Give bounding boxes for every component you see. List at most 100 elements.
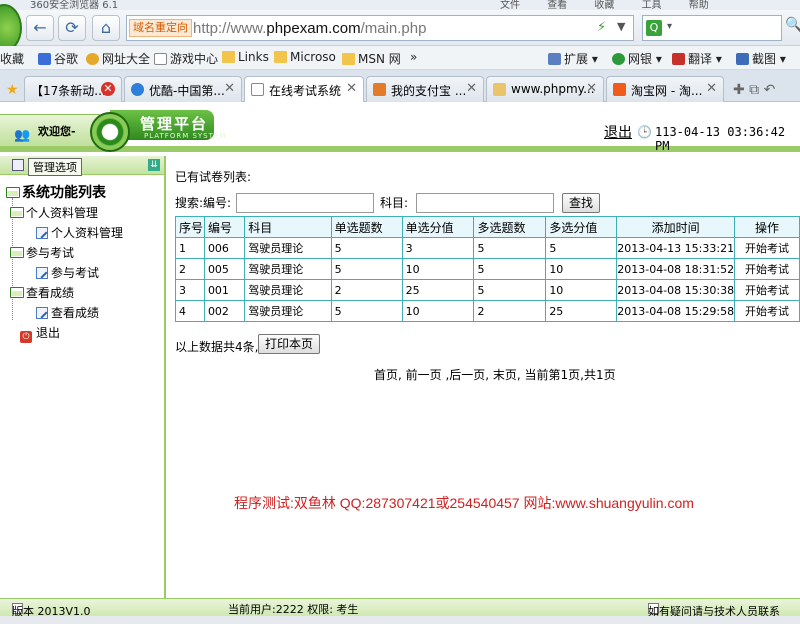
search-icon[interactable]: 🔍 <box>785 17 800 33</box>
col-header-subject: 科目 <box>244 216 332 238</box>
menu-tools[interactable]: 工具 <box>642 0 662 10</box>
start-exam-link[interactable]: 开始考试 <box>734 237 800 259</box>
table-row: 4 002 驾驶员理论 5 10 2 25 2013-04-08 15:29:58 开始考试 <box>175 300 800 322</box>
star-icon[interactable]: ★ <box>6 82 19 98</box>
new-tab-icon[interactable]: ✚ ⧉ ↶ <box>733 82 775 98</box>
address-url[interactable]: http://www.phpexam.com/main.php <box>193 20 426 37</box>
tab-alipay[interactable]: 我的支付宝 ... ✕ <box>366 76 484 102</box>
exam-paper-table: 序号 编号 科目 单选题数 单选分值 多选题数 多选分值 添加时间 操作 1 00… <box>175 216 800 322</box>
close-icon[interactable]: ✕ <box>224 81 235 96</box>
sidebar-header-label: 管理选项 <box>28 158 82 176</box>
toolbar-extensions[interactable]: 扩展 ▾ <box>548 50 598 67</box>
start-exam-link[interactable]: 开始考试 <box>734 300 800 322</box>
table-header-row: 序号 编号 科目 单选题数 单选分值 多选题数 多选分值 添加时间 操作 <box>175 216 800 238</box>
logout-link[interactable]: 退出 <box>604 122 632 142</box>
table-row: 3 001 驾驶员理论 2 25 5 10 2013-04-08 15:30:38 开始考试 <box>175 279 800 301</box>
site-icon <box>86 53 99 65</box>
bookmark-hao[interactable]: 网址大全 <box>86 50 150 67</box>
folder-open-icon <box>10 287 24 298</box>
search-engine-icon[interactable]: Q <box>646 20 662 36</box>
close-icon[interactable]: ✕ <box>706 81 717 96</box>
page-content: 👥 欢迎您- 管理平台 PLATFORM SYSTEM 退出 🕒 113-04-… <box>0 102 800 624</box>
redirect-badge[interactable]: 域名重定向 <box>129 19 192 37</box>
edit-icon <box>36 267 48 279</box>
bookmarks-overflow[interactable]: » <box>410 50 417 64</box>
status-footer: 版本 2013V1.0 当前用户:2222 权限: 考生 如有疑问请与技术人员联… <box>0 598 800 618</box>
tree-group-scores[interactable]: 查看成绩 <box>10 284 74 301</box>
menu-favorites[interactable]: 收藏 <box>594 0 614 10</box>
number-search-input[interactable] <box>236 193 374 213</box>
home-button[interactable]: ⌂ <box>92 15 120 41</box>
header-datetime: 113-04-13 03:36:42 PM <box>655 125 786 153</box>
main-panel: 已有试卷列表: 搜索:编号: 科目: 查找 序号 编号 科目 单选题数 单选分值… <box>168 156 800 600</box>
tab-exam-system[interactable]: 在线考试系统 ✕ <box>244 76 364 103</box>
bookmark-favorites[interactable]: 收藏 <box>0 50 24 67</box>
close-icon[interactable]: ✕ <box>586 81 597 96</box>
platform-subtitle: PLATFORM SYSTEM <box>144 132 227 140</box>
folder-open-icon <box>10 207 24 218</box>
tree-item-view-scores[interactable]: 查看成绩 <box>36 304 99 321</box>
tab-news[interactable]: 【17条新动... ✕ <box>24 76 122 102</box>
browser-search-input[interactable]: Q ▾ <box>642 15 782 41</box>
options-icon <box>12 159 24 171</box>
print-page-button[interactable]: 打印本页 <box>258 334 321 354</box>
browser-navbar: ← ⟳ ⌂ 域名重定向 http://www.phpexam.com/main.… <box>0 4 800 52</box>
folder-open-icon <box>6 187 20 198</box>
refresh-icon: ⟳ <box>65 18 79 37</box>
menu-file[interactable]: 文件 <box>500 0 520 10</box>
bookmark-links[interactable]: Links <box>222 50 269 64</box>
back-button[interactable]: ← <box>26 15 54 41</box>
close-icon[interactable]: ✕ <box>101 82 115 96</box>
start-exam-link[interactable]: 开始考试 <box>734 279 800 301</box>
menu-view[interactable]: 查看 <box>547 0 567 10</box>
col-header-action: 操作 <box>734 216 800 238</box>
toolbar-translate[interactable]: 翻译 ▾ <box>672 50 722 67</box>
menu-help[interactable]: 帮助 <box>689 0 709 10</box>
platform-title: 管理平台 <box>140 115 209 133</box>
pagination[interactable]: 首页, 前一页 ,后一页, 末页, 当前第1页,共1页 <box>374 366 616 383</box>
current-user-text: 当前用户:2222 权限: 考生 <box>228 603 359 616</box>
lightning-icon[interactable]: ⚡ <box>597 20 606 35</box>
tree-item-take-exam[interactable]: 参与考试 <box>36 264 99 281</box>
browser-menu-bar: 文件 查看 收藏 工具 帮助 <box>500 0 733 10</box>
folder-open-icon <box>10 247 24 258</box>
tree-root[interactable]: 系统功能列表 <box>6 182 106 202</box>
bottom-strip <box>0 616 800 624</box>
table-row: 2 005 驾驶员理论 5 10 5 10 2013-04-08 18:31:52 开始考试 <box>175 258 800 280</box>
search-engine-dropdown-icon[interactable]: ▾ <box>667 21 672 32</box>
edit-icon <box>36 307 48 319</box>
col-header-multi-score: 多选分值 <box>545 216 618 238</box>
address-bar[interactable]: 域名重定向 http://www.phpexam.com/main.php ⚡ … <box>126 15 634 41</box>
taobao-icon <box>613 83 626 96</box>
tree-item-exit[interactable]: ⏻ 退出 <box>20 324 60 343</box>
power-icon: ⏻ <box>20 331 32 343</box>
close-icon[interactable]: ✕ <box>466 81 477 96</box>
welcome-text: 欢迎您- <box>38 125 76 138</box>
tab-youku[interactable]: 优酷-中国第... ✕ <box>124 76 242 102</box>
toolbar-banking[interactable]: 网银 ▾ <box>612 50 662 67</box>
chevron-down-icon[interactable]: ▼ <box>617 20 625 33</box>
toolbar-screenshot[interactable]: 截图 ▾ <box>736 50 786 67</box>
total-count-text: 以上数据共4条, <box>175 340 259 354</box>
start-exam-link[interactable]: 开始考试 <box>734 258 800 280</box>
refresh-button[interactable]: ⟳ <box>58 15 86 41</box>
folder-icon <box>342 53 355 65</box>
bookmark-google[interactable]: 谷歌 <box>38 50 78 67</box>
bookmark-games[interactable]: 游戏中心 <box>154 50 218 67</box>
tree-group-exam[interactable]: 参与考试 <box>10 244 74 261</box>
gear-logo-icon <box>90 112 130 152</box>
subject-search-input[interactable] <box>416 193 554 213</box>
bookmark-microsoft[interactable]: Microso <box>274 50 336 64</box>
collapse-arrow-icon[interactable]: ⇊ <box>148 159 160 171</box>
folder-icon <box>274 51 287 63</box>
tab-taobao[interactable]: 淘宝网 - 淘... ✕ <box>606 76 724 102</box>
col-header-number: 编号 <box>203 216 246 238</box>
tab-phpmyadmin[interactable]: www.phpmy... ✕ <box>486 76 604 102</box>
col-header-added-time: 添加时间 <box>616 216 736 238</box>
search-button[interactable]: 查找 <box>562 193 601 213</box>
tree-item-profile-manage[interactable]: 个人资料管理 <box>36 224 123 241</box>
bookmark-msn[interactable]: MSN 网 <box>342 50 401 67</box>
close-icon[interactable]: ✕ <box>346 81 357 96</box>
tree-group-profile[interactable]: 个人资料管理 <box>10 204 98 221</box>
url-prefix: http://www. <box>193 20 267 37</box>
